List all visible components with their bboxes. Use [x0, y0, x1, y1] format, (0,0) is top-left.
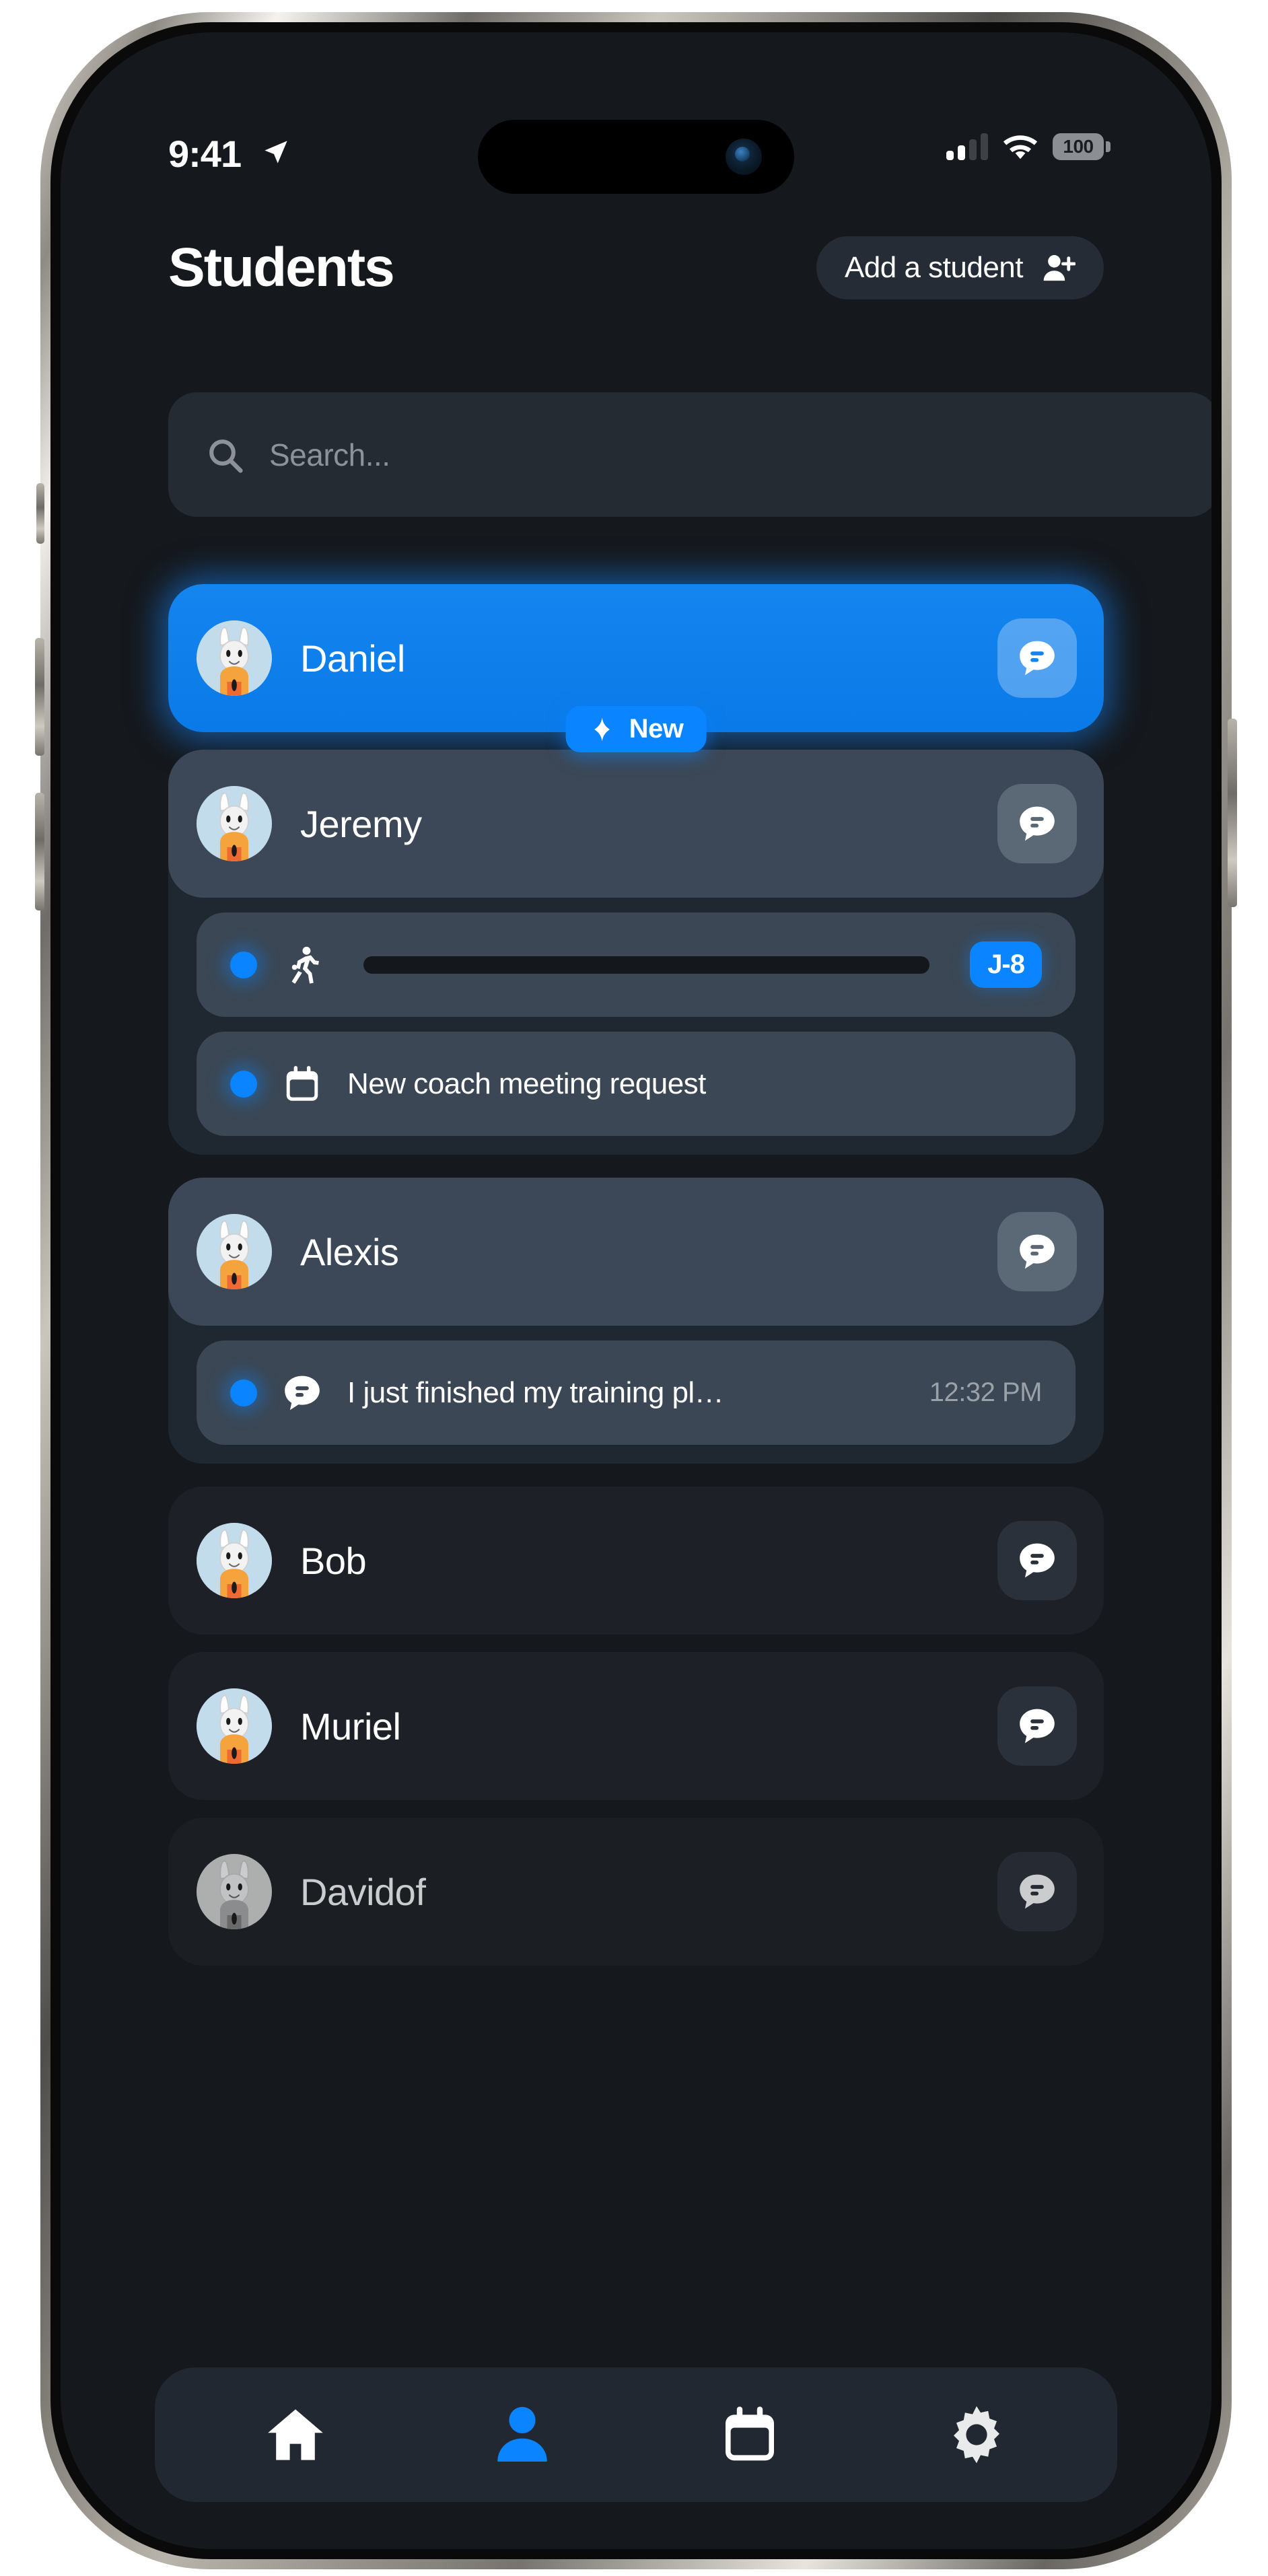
phone-frame: 9:41 100 Students Add a student Search..…	[35, 12, 1237, 2569]
cellular-signal-icon	[946, 133, 988, 160]
student-group-muriel: Muriel	[168, 1652, 1104, 1800]
battery-level: 100	[1063, 136, 1094, 157]
unread-dot	[230, 1379, 257, 1406]
status-time: 9:41	[168, 133, 242, 175]
student-group-bob: Bob	[168, 1487, 1104, 1635]
new-badge[interactable]: New	[565, 706, 707, 752]
student-group-alexis: Alexis I just finished my training pl… 1…	[168, 1178, 1104, 1464]
unread-dot	[230, 1070, 257, 1098]
student-name: Muriel	[300, 1705, 401, 1748]
student-name: Jeremy	[300, 802, 422, 845]
chat-button-alexis[interactable]	[997, 1212, 1077, 1291]
chat-button-davidof[interactable]	[997, 1852, 1077, 1931]
rabbit-avatar	[197, 786, 272, 861]
rabbit-avatar	[197, 620, 272, 696]
student-row-bob[interactable]: Bob	[168, 1487, 1104, 1635]
tab-calendar[interactable]	[699, 2384, 800, 2485]
progress-bar	[363, 956, 930, 974]
message-preview: I just finished my training pl…	[347, 1375, 724, 1409]
person-icon	[497, 2406, 548, 2462]
rabbit-avatar	[197, 1688, 272, 1764]
screenshot-root: 9:41 100 Students Add a student Search..…	[0, 0, 1268, 2576]
front-camera-icon	[726, 139, 762, 175]
chat-bubble-icon	[281, 1372, 323, 1414]
page-title: Students	[168, 237, 395, 298]
sparkle-icon	[589, 716, 616, 743]
rabbit-avatar	[197, 1523, 272, 1598]
tab-bar	[155, 2367, 1117, 2502]
student-row-daniel[interactable]: Daniel New	[168, 584, 1104, 752]
student-name: Alexis	[300, 1230, 399, 1273]
student-row-davidof[interactable]: Davidof	[168, 1818, 1104, 1966]
sub-item-meeting-request[interactable]: New coach meeting request	[197, 1032, 1076, 1136]
chat-bubble-icon	[1020, 1874, 1055, 1909]
student-row-muriel[interactable]: Muriel	[168, 1652, 1104, 1800]
phone-screen: 9:41 100 Students Add a student Search..…	[61, 32, 1211, 2549]
student-name: Bob	[300, 1539, 367, 1582]
calendar-icon	[725, 2406, 774, 2461]
student-name: Davidof	[300, 1870, 426, 1913]
chat-button-jeremy[interactable]	[997, 784, 1077, 863]
new-badge-label: New	[629, 714, 684, 744]
student-name: Daniel	[300, 637, 405, 680]
student-row-alexis[interactable]: Alexis	[168, 1178, 1104, 1326]
student-group-jeremy: Jeremy J-8 New coach meeting request	[168, 750, 1104, 1155]
dynamic-island	[478, 120, 794, 194]
student-row-jeremy[interactable]: Jeremy	[168, 750, 1104, 898]
home-icon	[267, 2409, 323, 2460]
status-bar: 9:41 100	[61, 32, 1211, 194]
rabbit-avatar	[197, 1214, 272, 1289]
location-arrow-icon	[262, 139, 289, 166]
add-student-label: Add a student	[844, 251, 1024, 284]
rabbit-avatar	[197, 1854, 272, 1929]
tab-students[interactable]	[472, 2384, 573, 2485]
calendar-icon	[281, 1063, 323, 1105]
gear-icon	[954, 2406, 1000, 2464]
chat-button-bob[interactable]	[997, 1521, 1077, 1600]
chat-bubble-icon	[1020, 1709, 1055, 1744]
battery-icon: 100	[1053, 133, 1111, 160]
sub-item-text: New coach meeting request	[347, 1067, 706, 1100]
status-indicators: 100	[946, 133, 1111, 160]
chat-button-muriel[interactable]	[997, 1686, 1077, 1766]
countdown-badge: J-8	[970, 941, 1042, 988]
tab-home[interactable]	[245, 2384, 346, 2485]
volume-down-button[interactable]	[35, 793, 44, 910]
silent-switch[interactable]	[36, 483, 44, 544]
chat-bubble-icon	[1020, 806, 1055, 841]
power-button[interactable]	[1228, 719, 1237, 907]
chat-bubble-icon	[1020, 641, 1055, 676]
unread-dot	[230, 951, 257, 978]
message-time: 12:32 PM	[929, 1378, 1043, 1407]
sub-item-progress[interactable]: J-8	[197, 913, 1076, 1017]
chat-bubble-icon	[1020, 1543, 1055, 1578]
app-header: Students Add a student	[61, 227, 1211, 308]
search-input[interactable]: Search...	[168, 392, 1211, 517]
person-add-icon	[1041, 253, 1076, 283]
search-placeholder: Search...	[269, 437, 390, 472]
sub-item-message[interactable]: I just finished my training pl… 12:32 PM	[197, 1340, 1076, 1445]
student-group-davidof: Davidof	[168, 1818, 1104, 1966]
search-icon	[206, 436, 244, 474]
chat-bubble-icon	[1020, 1234, 1055, 1269]
running-person-icon	[281, 944, 323, 986]
student-list[interactable]: Daniel New Jeremy J-8 New coach meeting …	[61, 584, 1211, 2549]
add-student-button[interactable]: Add a student	[816, 236, 1104, 299]
volume-up-button[interactable]	[35, 638, 44, 756]
tab-settings[interactable]	[926, 2384, 1027, 2485]
wifi-icon	[1003, 134, 1038, 160]
student-group-daniel: Daniel New	[168, 584, 1104, 752]
chat-button-daniel[interactable]	[997, 618, 1077, 698]
